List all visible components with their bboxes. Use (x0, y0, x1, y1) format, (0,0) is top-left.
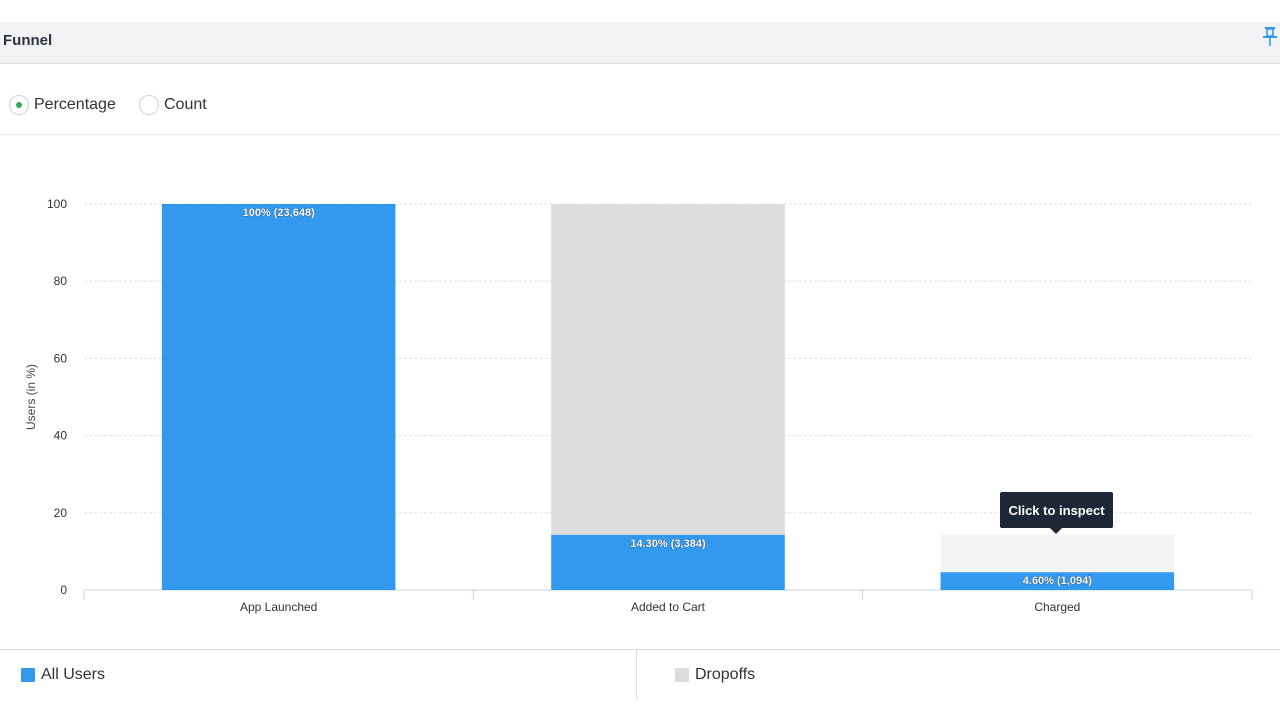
data-label: 14.30% (3,384) (630, 538, 706, 550)
panel-title: Funnel (3, 32, 53, 49)
percentage-radio[interactable]: Percentage (9, 94, 116, 116)
y-tick-label: 80 (54, 274, 68, 288)
count-radio-label[interactable]: Count (164, 96, 207, 114)
legend-divider (636, 650, 637, 700)
count-radio[interactable]: Count (139, 94, 207, 116)
pin-icon[interactable] (1262, 26, 1278, 48)
legend-item-all-users[interactable]: All Users (21, 666, 105, 684)
chart-mode-toggle: Percentage Count (0, 64, 1280, 135)
x-tick-label: App Launched (240, 600, 317, 614)
y-tick-label: 40 (54, 429, 68, 443)
panel-header: Funnel (0, 22, 1280, 64)
inspect-tooltip: Click to inspect (1000, 492, 1113, 534)
count-radio-dot[interactable] (139, 95, 159, 115)
bar-all-users[interactable] (161, 204, 396, 590)
percentage-radio-dot[interactable] (9, 95, 29, 115)
data-label: 100% (23,648) (243, 207, 315, 219)
y-tick-label: 0 (60, 583, 67, 597)
legend: All Users Dropoffs (0, 649, 1280, 720)
percentage-radio-label[interactable]: Percentage (34, 96, 116, 114)
legend-swatch-all-users (21, 668, 35, 682)
legend-item-dropoffs[interactable]: Dropoffs (675, 666, 755, 684)
legend-swatch-dropoffs (675, 668, 689, 682)
y-tick-label: 20 (54, 506, 68, 520)
y-axis-title: Users (in %) (24, 363, 38, 431)
y-tick-label: 60 (54, 351, 68, 365)
funnel-chart-svg: 0 20 40 60 80 100 100% (23,648) App Launched 14.… (47, 197, 1253, 614)
bar-dropoffs[interactable] (940, 534, 1175, 573)
funnel-chart: 0 20 40 60 80 100 100% (23,648) App Launched 14.… (0, 135, 1280, 645)
legend-label-all-users[interactable]: All Users (41, 666, 105, 684)
data-label: 4.60% (1,094) (1023, 575, 1092, 587)
y-tick-label: 100 (47, 197, 67, 211)
x-tick-label: Added to Cart (631, 600, 706, 614)
x-tick-label: Charged (1034, 600, 1080, 614)
legend-label-dropoffs[interactable]: Dropoffs (695, 666, 755, 684)
bar-dropoffs[interactable] (551, 204, 785, 535)
